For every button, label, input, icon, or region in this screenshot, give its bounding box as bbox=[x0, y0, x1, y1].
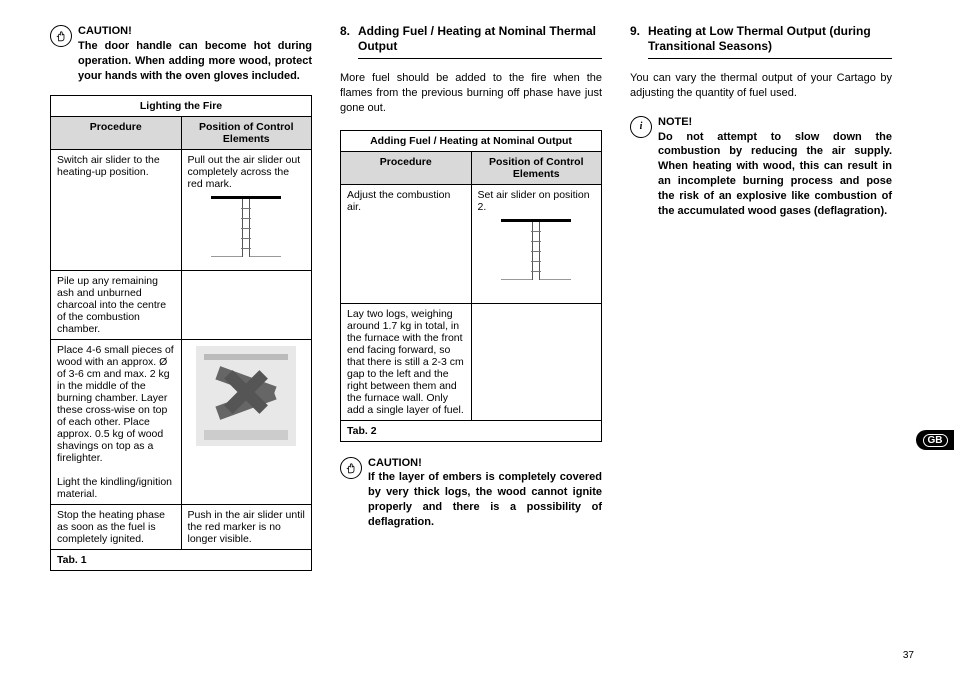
section-9-underline bbox=[648, 58, 892, 59]
table2-caption: Tab. 2 bbox=[341, 420, 602, 441]
table2-r2c2 bbox=[471, 303, 602, 420]
table-lighting-fire: Lighting the Fire Procedure Position of … bbox=[50, 95, 312, 571]
column-1: CAUTION! The door handle can become hot … bbox=[50, 24, 312, 571]
caution-body: If the layer of embers is completely cov… bbox=[368, 471, 602, 528]
column-2: 8. Adding Fuel / Heating at Nominal Ther… bbox=[340, 24, 602, 571]
section-8-num: 8. bbox=[340, 24, 358, 54]
table1-title: Lighting the Fire bbox=[51, 96, 312, 117]
caution-title: CAUTION! bbox=[368, 457, 422, 469]
language-tab-gb: GB bbox=[916, 430, 954, 450]
section-9-intro: You can vary the thermal output of your … bbox=[630, 71, 892, 101]
caution-title: CAUTION! bbox=[78, 25, 132, 37]
section-8-underline bbox=[358, 58, 602, 59]
section-8-intro: More fuel should be added to the fire wh… bbox=[340, 71, 602, 116]
table2-h1: Procedure bbox=[341, 151, 472, 184]
table1-r3c1: Place 4-6 small pieces of wood with an a… bbox=[51, 340, 182, 505]
table2-h2: Position of Control Elements bbox=[471, 151, 602, 184]
hand-caution-icon bbox=[340, 457, 362, 479]
note-text: NOTE! Do not attempt to slow down the co… bbox=[658, 115, 892, 219]
table1-r4c1: Stop the heating phase as soon as the fu… bbox=[51, 505, 182, 550]
slider-graphic-pos2 bbox=[491, 219, 581, 289]
hand-caution-icon bbox=[50, 25, 72, 47]
table1-r4c2: Push in the air slider until the red mar… bbox=[181, 505, 312, 550]
section-9-title: Heating at Low Thermal Output (during Tr… bbox=[648, 24, 892, 54]
table1-h1: Procedure bbox=[51, 117, 182, 150]
table-adding-fuel: Adding Fuel / Heating at Nominal Output … bbox=[340, 130, 602, 442]
caution-block-1: CAUTION! The door handle can become hot … bbox=[50, 24, 312, 83]
table1-r2c2 bbox=[181, 271, 312, 340]
section-8-title: Adding Fuel / Heating at Nominal Thermal… bbox=[358, 24, 602, 54]
note-title: NOTE! bbox=[658, 116, 692, 128]
table1-r2c1: Pile up any remaining ash and unburned c… bbox=[51, 271, 182, 340]
table1-caption: Tab. 1 bbox=[51, 550, 312, 571]
section-8-heading: 8. Adding Fuel / Heating at Nominal Ther… bbox=[340, 24, 602, 54]
table2-title: Adding Fuel / Heating at Nominal Output bbox=[341, 130, 602, 151]
column-3: 9. Heating at Low Thermal Output (during… bbox=[630, 24, 892, 571]
table1-r1c2: Pull out the air slider out completely a… bbox=[181, 150, 312, 271]
table2-r1c1: Adjust the combustion air. bbox=[341, 184, 472, 303]
caution-block-2: CAUTION! If the layer of embers is compl… bbox=[340, 456, 602, 530]
info-icon: i bbox=[630, 116, 652, 138]
note-body: Do not attempt to slow down the combusti… bbox=[658, 131, 892, 217]
table2-r1c2: Set air slider on position 2. bbox=[471, 184, 602, 303]
table2-r2c1: Lay two logs, weighing around 1.7 kg in … bbox=[341, 303, 472, 420]
section-9-heading: 9. Heating at Low Thermal Output (during… bbox=[630, 24, 892, 54]
caution-body: The door handle can become hot during op… bbox=[78, 40, 312, 82]
page-number: 37 bbox=[903, 650, 914, 661]
table1-h2: Position of Control Elements bbox=[181, 117, 312, 150]
note-block: i NOTE! Do not attempt to slow down the … bbox=[630, 115, 892, 219]
stove-graphic bbox=[196, 346, 296, 446]
table1-r3c2 bbox=[181, 340, 312, 505]
caution-text-2: CAUTION! If the layer of embers is compl… bbox=[368, 456, 602, 530]
table1-r1c1: Switch air slider to the heating-up posi… bbox=[51, 150, 182, 271]
slider-graphic-open bbox=[201, 196, 291, 266]
section-9-num: 9. bbox=[630, 24, 648, 54]
caution-text-1: CAUTION! The door handle can become hot … bbox=[78, 24, 312, 83]
